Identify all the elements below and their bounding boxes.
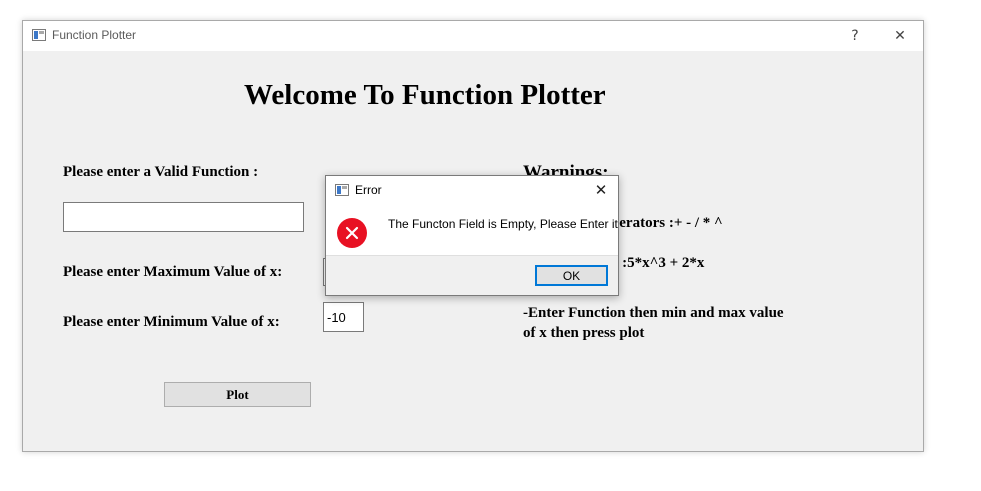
help-button[interactable]: ?	[832, 21, 878, 51]
min-input[interactable]: -10	[323, 302, 364, 332]
error-icon	[337, 218, 367, 248]
page-title: Welcome To Function Plotter	[244, 79, 606, 111]
error-dialog: Error ✕ The Functon Field is Empty, Plea…	[325, 175, 619, 296]
app-window-icon	[32, 29, 46, 41]
dialog-message: The Functon Field is Empty, Please Enter…	[388, 217, 618, 231]
dialog-title: Error	[355, 183, 382, 197]
dialog-footer: OK	[326, 255, 618, 295]
title-bar[interactable]: Function Plotter ? ✕	[23, 21, 923, 51]
ok-button[interactable]: OK	[535, 265, 608, 286]
dialog-close-button[interactable]: ✕	[584, 176, 618, 204]
warning-usage-line2: of x then press plot	[523, 325, 645, 341]
close-button[interactable]: ✕	[877, 21, 923, 51]
dialog-body: The Functon Field is Empty, Please Enter…	[326, 204, 618, 255]
function-input[interactable]	[63, 202, 304, 232]
function-label: Please enter a Valid Function :	[63, 164, 259, 180]
plot-button[interactable]: Plot	[164, 382, 311, 407]
min-label: Please enter Minimum Value of x:	[63, 314, 280, 330]
warning-usage-line1: -Enter Function then min and max value	[523, 305, 784, 321]
dialog-app-icon	[335, 184, 349, 196]
max-label: Please enter Maximum Value of x:	[63, 264, 283, 280]
window-title: Function Plotter	[52, 28, 137, 42]
